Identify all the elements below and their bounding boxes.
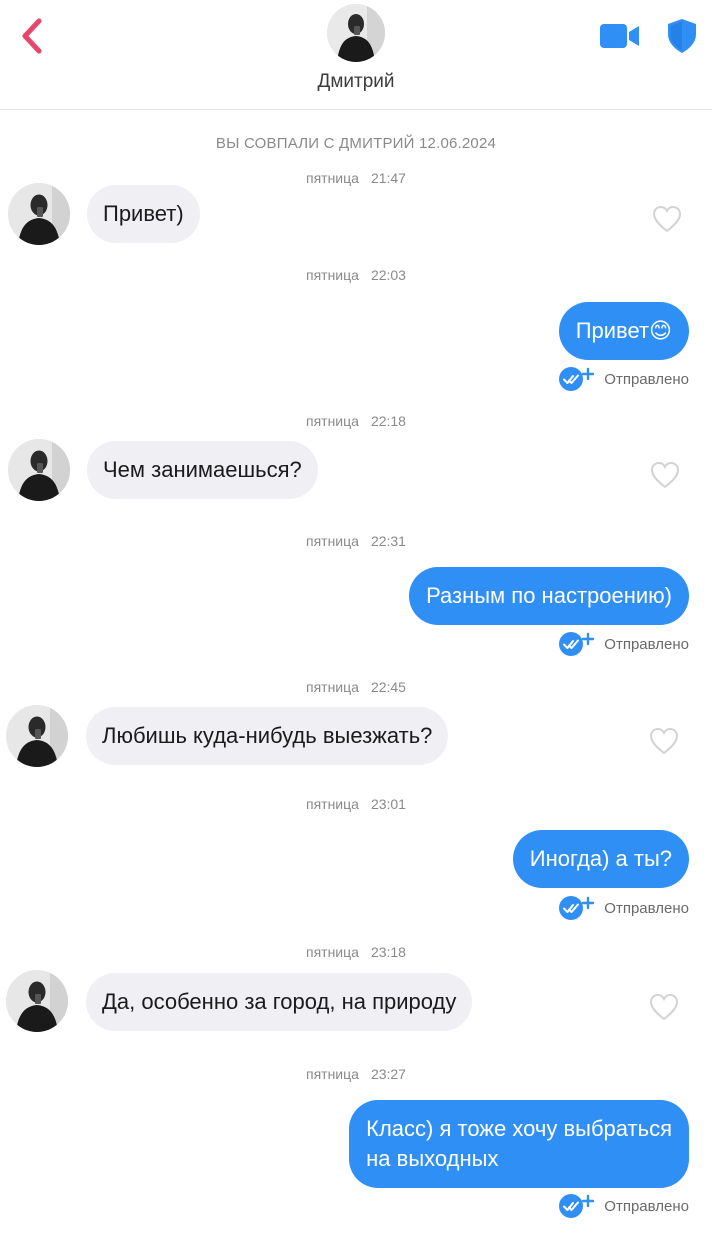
back-button[interactable] xyxy=(14,18,50,54)
timestamp-day: пятница xyxy=(306,533,359,549)
message-line: Класс) я тоже хочу выбраться xyxy=(366,1116,672,1141)
message-status: Отправлено xyxy=(558,1193,689,1219)
heart-icon[interactable] xyxy=(650,461,680,489)
timestamp-time: 23:01 xyxy=(370,796,406,812)
timestamp-day: пятница xyxy=(306,413,359,429)
message-status: Отправлено xyxy=(558,631,689,657)
sent-check-icon xyxy=(559,1194,595,1218)
incoming-message-bubble[interactable]: Чем занимаешься? xyxy=(87,441,318,499)
sender-avatar[interactable] xyxy=(8,439,70,501)
timestamp-time: 21:47 xyxy=(370,170,406,186)
message-timestamp: пятница 21:47 xyxy=(0,170,712,186)
sender-avatar[interactable] xyxy=(6,970,68,1032)
message-timestamp: пятница 22:31 xyxy=(0,533,712,549)
timestamp-day: пятница xyxy=(306,679,359,695)
profile-avatar[interactable] xyxy=(327,4,385,62)
message-timestamp: пятница 23:01 xyxy=(0,796,712,812)
video-camera-icon xyxy=(600,24,639,48)
timestamp-time: 23:18 xyxy=(370,944,406,960)
match-notice: ВЫ СОВПАЛИ С ДМИТРИЙ 12.06.2024 xyxy=(215,135,497,152)
back-chevron-icon xyxy=(22,18,42,54)
sent-check-icon xyxy=(559,896,595,920)
heart-icon[interactable] xyxy=(649,993,679,1021)
timestamp-time: 22:31 xyxy=(370,533,406,549)
message-timestamp: пятница 22:45 xyxy=(0,679,712,695)
chat-thread[interactable]: ВЫ СОВПАЛИ С ДМИТРИЙ 12.06.2024 пятница 2… xyxy=(0,110,712,1236)
timestamp-day: пятница xyxy=(306,796,359,812)
timestamp-time: 22:18 xyxy=(370,413,406,429)
timestamp-day: пятница xyxy=(306,944,359,960)
timestamp-time: 23:27 xyxy=(370,1066,406,1082)
message-timestamp: пятница 23:27 xyxy=(0,1066,712,1082)
outgoing-message-bubble[interactable]: Иногда) а ты? xyxy=(512,830,689,888)
timestamp-time: 22:03 xyxy=(370,267,406,283)
video-call-button[interactable] xyxy=(599,22,641,50)
timestamp-day: пятница xyxy=(306,1066,359,1082)
message-status: Отправлено xyxy=(558,366,689,392)
status-label: Отправлено xyxy=(604,635,689,653)
outgoing-message-bubble[interactable]: Привет😊 xyxy=(558,302,689,360)
chat-header: Дмитрий xyxy=(0,0,712,110)
sender-avatar[interactable] xyxy=(6,705,68,767)
shield-icon xyxy=(668,19,696,53)
heart-icon[interactable] xyxy=(652,205,682,233)
status-label: Отправлено xyxy=(604,1197,689,1215)
message-timestamp: пятница 22:18 xyxy=(0,413,712,429)
sent-check-icon xyxy=(559,367,595,391)
message-status: Отправлено xyxy=(558,895,689,921)
timestamp-time: 22:45 xyxy=(370,679,406,695)
incoming-message-bubble[interactable]: Любишь куда-нибудь выезжать? xyxy=(86,707,449,765)
safety-button[interactable] xyxy=(666,18,698,54)
sender-avatar[interactable] xyxy=(8,183,70,245)
timestamp-day: пятница xyxy=(306,267,359,283)
status-label: Отправлено xyxy=(604,370,689,388)
timestamp-day: пятница xyxy=(306,170,359,186)
heart-icon[interactable] xyxy=(649,727,679,755)
message-timestamp: пятница 23:18 xyxy=(0,944,712,960)
incoming-message-bubble[interactable]: Привет) xyxy=(87,185,200,243)
message-timestamp: пятница 22:03 xyxy=(0,267,712,283)
status-label: Отправлено xyxy=(604,899,689,917)
outgoing-message-bubble[interactable]: Разным по настроению) xyxy=(409,567,689,625)
sent-check-icon xyxy=(559,632,595,656)
incoming-message-bubble[interactable]: Да, особенно за город, на природу xyxy=(86,973,473,1031)
outgoing-message-bubble[interactable]: Класс) я тоже хочу выбраться на выходных xyxy=(349,1100,689,1188)
profile-name[interactable]: Дмитрий xyxy=(0,71,712,93)
message-line: на выходных xyxy=(366,1146,499,1171)
